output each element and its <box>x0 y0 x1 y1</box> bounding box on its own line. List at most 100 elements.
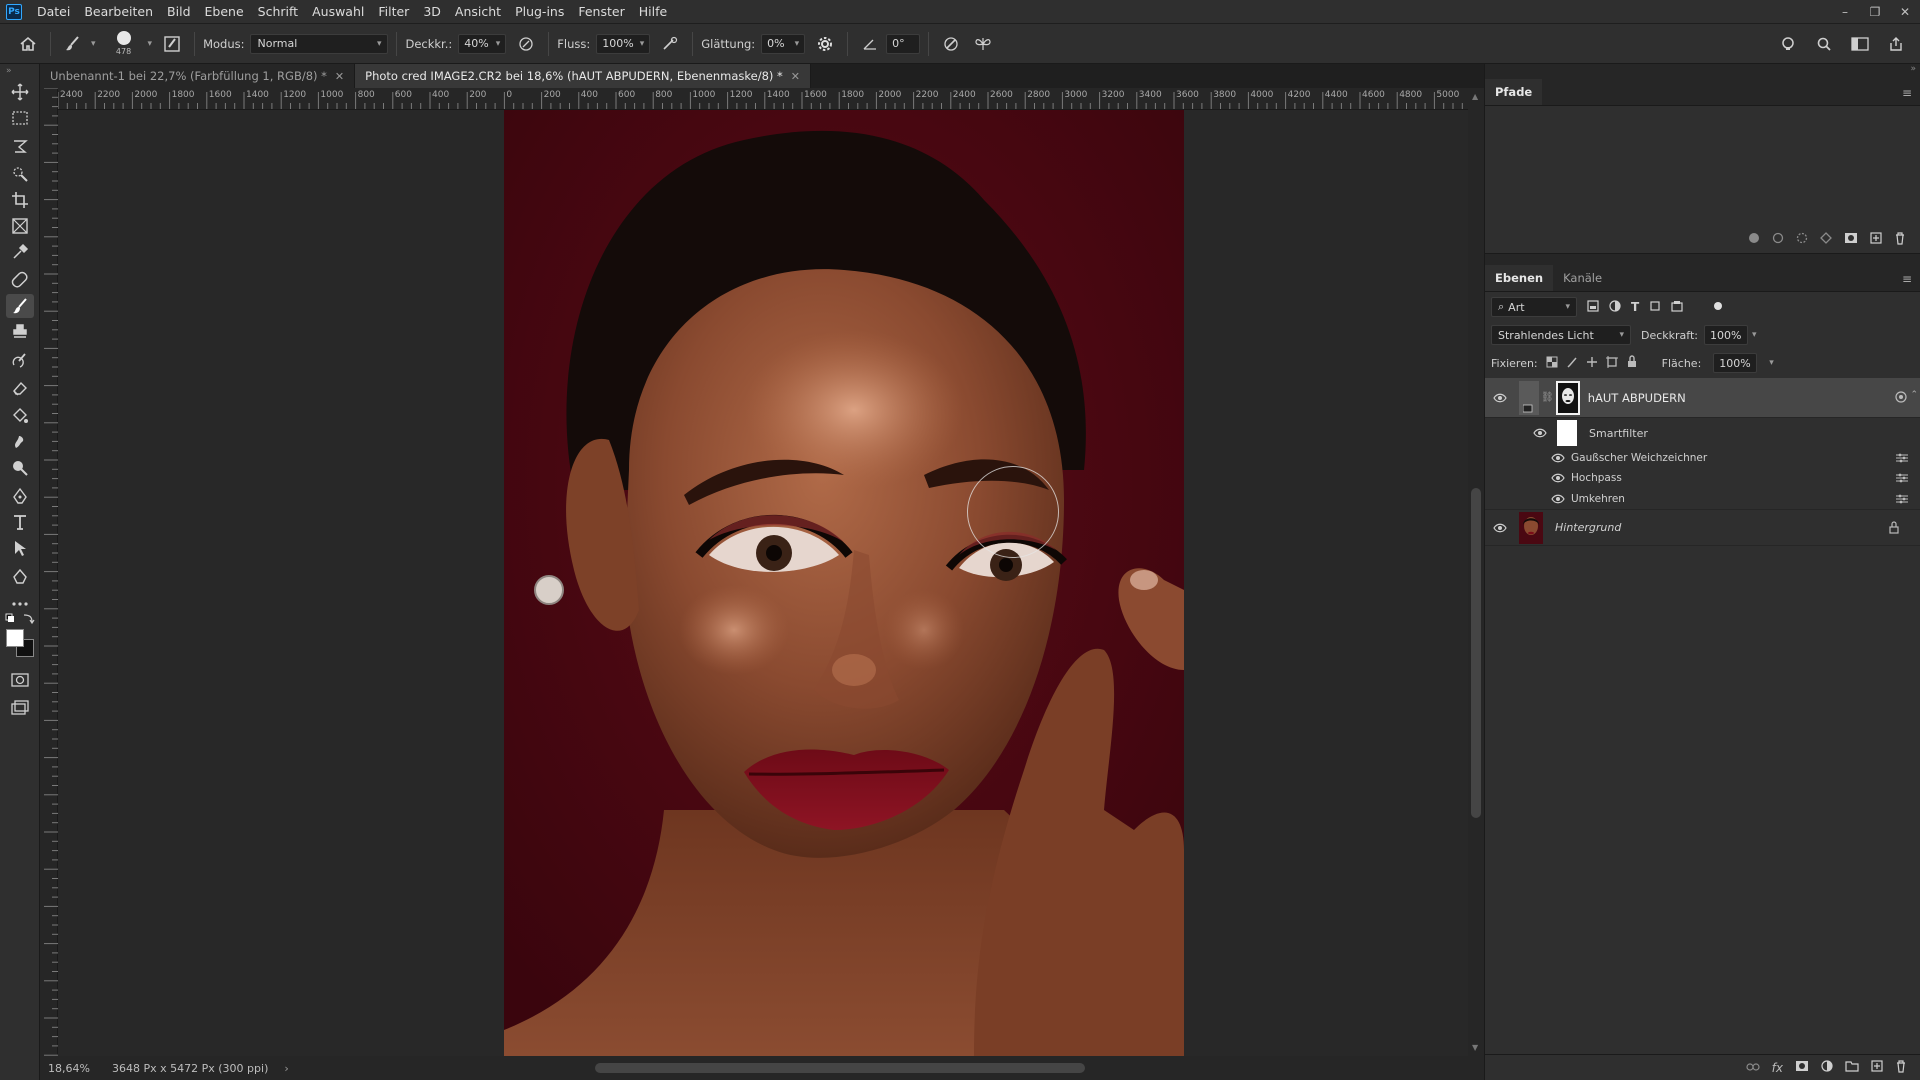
chevron-down-icon[interactable]: ▾ <box>1769 358 1774 368</box>
filter-shape-icon[interactable] <box>1649 300 1661 315</box>
move-tool-icon[interactable] <box>6 80 34 104</box>
close-button[interactable]: ✕ <box>1890 0 1920 24</box>
quick-selection-tool-icon[interactable] <box>6 162 34 186</box>
lock-position-icon[interactable] <box>1586 356 1598 371</box>
menu-ebene[interactable]: Ebene <box>198 0 251 24</box>
healing-brush-tool-icon[interactable] <box>6 268 34 292</box>
layer-name[interactable]: Hintergrund <box>1555 521 1621 534</box>
visibility-eye-icon[interactable] <box>1531 427 1549 439</box>
deckkraft-input[interactable]: 40% ▾ <box>458 33 507 54</box>
chevron-down-icon[interactable]: ▾ <box>148 39 153 49</box>
share-icon[interactable] <box>1882 30 1910 58</box>
crop-tool-icon[interactable] <box>6 188 34 212</box>
menu-ansicht[interactable]: Ansicht <box>448 0 508 24</box>
layer-haut-abpudern[interactable]: ⛓ hAUT ABPUDERN ⌃ <box>1485 378 1920 418</box>
paint-bucket-tool-icon[interactable] <box>6 404 34 428</box>
menu-auswahl[interactable]: Auswahl <box>305 0 371 24</box>
menu-3d[interactable]: 3D <box>416 0 448 24</box>
filter-high-pass-row[interactable]: Hochpass <box>1485 468 1920 488</box>
restore-button[interactable]: ❐ <box>1860 0 1890 24</box>
add-layer-mask-icon[interactable] <box>1795 1060 1809 1075</box>
pressure-opacity-icon[interactable] <box>512 30 540 58</box>
filter-smart-object-icon[interactable] <box>1671 300 1683 315</box>
dodge-tool-icon[interactable] <box>6 456 34 480</box>
new-path-icon[interactable] <box>1870 232 1882 247</box>
menu-filter[interactable]: Filter <box>371 0 416 24</box>
vertical-scrollbar[interactable]: ▲ ▼ <box>1468 88 1484 1056</box>
tab-kanaele[interactable]: Kanäle <box>1553 265 1612 291</box>
background-layer-thumbnail[interactable] <box>1519 511 1543 544</box>
filter-type-icon[interactable]: T <box>1631 300 1639 314</box>
canvas-area[interactable] <box>58 110 1468 1056</box>
history-brush-tool-icon[interactable] <box>6 348 34 372</box>
fill-path-icon[interactable] <box>1748 232 1760 247</box>
menu-plugins[interactable]: Plug-ins <box>508 0 571 24</box>
panel-menu-icon[interactable]: ≡ <box>1902 86 1912 100</box>
link-icon[interactable]: ⛓ <box>1541 392 1554 403</box>
brush-tool-preset-icon[interactable] <box>59 30 87 58</box>
collapse-panels-icon[interactable]: » <box>1485 64 1920 78</box>
opacity-input[interactable]: 100% <box>1704 325 1748 345</box>
smudge-tool-icon[interactable] <box>6 430 34 454</box>
status-menu-arrow[interactable]: › <box>284 1062 288 1075</box>
search-icon[interactable] <box>1810 30 1838 58</box>
modus-select[interactable]: Normal ▾ <box>250 33 389 54</box>
chevron-down-icon[interactable]: ▾ <box>1752 330 1757 340</box>
smart-object-thumbnail[interactable] <box>1519 380 1539 415</box>
foreground-color-swatch[interactable] <box>6 629 24 647</box>
collapse-effects-icon[interactable]: ⌃ <box>1910 390 1918 400</box>
brush-tool-icon[interactable] <box>6 294 34 318</box>
menu-bearbeiten[interactable]: Bearbeiten <box>77 0 160 24</box>
horizontal-scrollbar-thumb[interactable] <box>595 1063 1085 1073</box>
lock-transparency-icon[interactable] <box>1546 356 1558 371</box>
discover-icon[interactable] <box>1774 30 1802 58</box>
eyedropper-tool-icon[interactable] <box>6 240 34 264</box>
tab-photo-cred-image2[interactable]: Photo cred IMAGE2.CR2 bei 18,6% (hAUT AB… <box>355 64 811 88</box>
color-swatches[interactable] <box>5 628 35 658</box>
lasso-tool-icon[interactable] <box>6 134 34 158</box>
glaettung-input[interactable]: 0% ▾ <box>761 33 806 54</box>
workspace-icon[interactable] <box>1846 30 1874 58</box>
type-tool-icon[interactable] <box>6 510 34 534</box>
minimize-button[interactable]: – <box>1830 0 1860 24</box>
menu-hilfe[interactable]: Hilfe <box>632 0 674 24</box>
visibility-eye-icon[interactable] <box>1549 493 1567 505</box>
lock-all-icon[interactable] <box>1626 355 1638 371</box>
home-icon[interactable] <box>14 30 42 58</box>
visibility-eye-icon[interactable] <box>1491 522 1509 534</box>
menu-fenster[interactable]: Fenster <box>571 0 631 24</box>
marquee-tool-icon[interactable] <box>6 106 34 130</box>
brush-settings-panel-icon[interactable] <box>158 30 186 58</box>
portrait-photo[interactable] <box>504 110 1184 1056</box>
eraser-tool-icon[interactable] <box>6 376 34 400</box>
tab-unbenannt-1[interactable]: Unbenannt-1 bei 22,7% (Farbfüllung 1, RG… <box>40 64 356 88</box>
adjustment-layer-icon[interactable] <box>1821 1060 1833 1075</box>
scroll-up-icon[interactable]: ▲ <box>1472 92 1478 101</box>
vertical-scrollbar-thumb[interactable] <box>1471 488 1481 818</box>
load-selection-icon[interactable] <box>1796 232 1808 247</box>
trash-icon[interactable] <box>1895 1059 1907 1076</box>
filter-options-icon[interactable] <box>1896 472 1908 486</box>
shape-tool-icon[interactable] <box>6 564 34 588</box>
filter-options-icon[interactable] <box>1896 452 1908 466</box>
visibility-eye-icon[interactable] <box>1549 472 1567 484</box>
visibility-eye-icon[interactable] <box>1491 392 1509 404</box>
lock-icon[interactable] <box>1888 521 1900 537</box>
path-selection-tool-icon[interactable] <box>6 536 34 560</box>
add-mask-icon[interactable] <box>1844 232 1858 247</box>
screen-mode-icon[interactable] <box>6 696 34 720</box>
filter-options-icon[interactable] <box>1896 493 1908 507</box>
brush-size-picker[interactable]: 478 <box>104 25 144 63</box>
pen-tool-icon[interactable] <box>6 484 34 508</box>
chevron-down-icon[interactable]: ▾ <box>91 39 96 49</box>
stroke-path-icon[interactable] <box>1772 232 1784 247</box>
close-tab-icon[interactable]: ✕ <box>791 70 800 83</box>
layer-filter-select[interactable]: ⌕ Art ▾ <box>1491 297 1577 317</box>
menu-schrift[interactable]: Schrift <box>251 0 305 24</box>
airbrush-icon[interactable] <box>656 30 684 58</box>
frame-tool-icon[interactable] <box>6 214 34 238</box>
visibility-eye-icon[interactable] <box>1549 452 1567 464</box>
trash-icon[interactable] <box>1894 231 1906 248</box>
menu-bild[interactable]: Bild <box>160 0 197 24</box>
lock-pixels-icon[interactable] <box>1566 356 1578 371</box>
